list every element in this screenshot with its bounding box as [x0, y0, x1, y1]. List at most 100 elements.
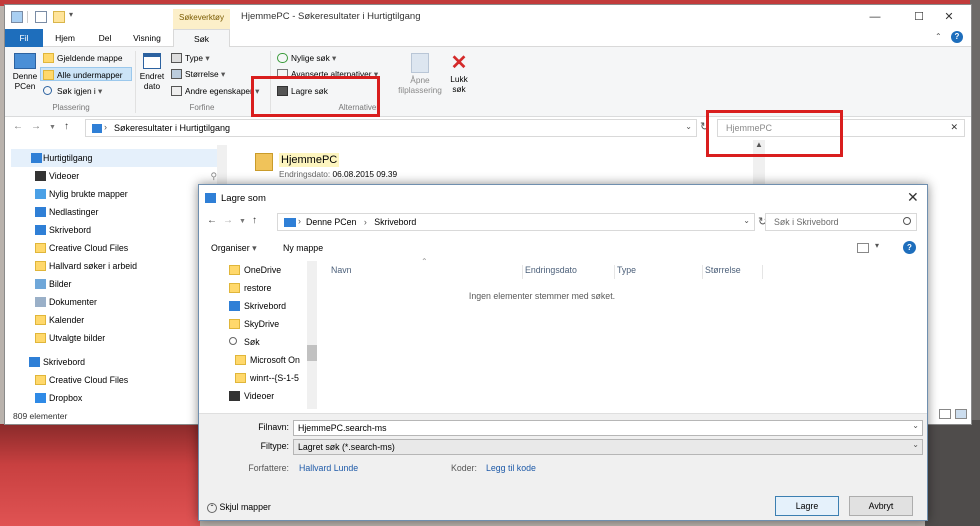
close-search-button[interactable]: ✕ Lukk søk [447, 51, 471, 94]
address-box[interactable]: › Søkeresultater i Hurtigtilgang ⌄ [85, 119, 697, 137]
nav-item-creative-cloud-2[interactable]: Creative Cloud Files [11, 371, 227, 389]
save-button[interactable]: Lagre [775, 496, 839, 516]
nav-item-videoer[interactable]: Videoer ⚲ [11, 167, 227, 185]
column-storrelse[interactable]: Størrelse [703, 265, 763, 279]
tree-item-skrivebord[interactable]: Skrivebord [229, 297, 286, 315]
nav-item-hallvard[interactable]: Hallvard søker i arbeid [11, 257, 227, 275]
other-properties-button[interactable]: Andre egenskaper ▾ [169, 84, 259, 98]
ribbon-tabs: Fil Hjem Del Visning Søk ⌃ ? [5, 29, 971, 48]
tab-fil[interactable]: Fil [5, 29, 43, 47]
forward-icon[interactable]: → [31, 121, 49, 132]
date-modified-button[interactable]: Endret dato [137, 51, 167, 91]
filename-value: HjemmePC.search-ms [298, 423, 387, 433]
this-pc-button[interactable]: Denne PCen [9, 51, 41, 91]
filetype-dropdown-icon[interactable]: ⌄ [912, 440, 919, 449]
tree-item-sok[interactable]: Søk [229, 333, 260, 351]
ribbon-collapse-icon[interactable]: ⌃ [935, 32, 942, 41]
all-subfolders-button[interactable]: Alle undermapper [40, 67, 132, 81]
title-bar: ▾ Søkeverktøy HjemmePC - Søkeresultater … [5, 5, 971, 30]
tree-item-microsoft-on[interactable]: Microsoft On [235, 351, 300, 369]
authors-value[interactable]: Hallvard Lunde [299, 463, 358, 473]
column-endringsdato[interactable]: Endringsdato [523, 265, 615, 279]
tags-value[interactable]: Legg til kode [486, 463, 536, 473]
hide-folders-button[interactable]: ⌃ Skjul mapper [207, 502, 271, 513]
nav-item-kalender[interactable]: Kalender [11, 311, 227, 329]
help-icon[interactable]: ? [951, 31, 963, 43]
back-icon[interactable]: ← [13, 121, 31, 132]
breadcrumb-skrivebord[interactable]: Skrivebord [374, 217, 416, 227]
view-dropdown-icon[interactable]: ▾ [875, 241, 879, 250]
open-location-icon [411, 53, 429, 73]
new-folder-button[interactable]: Ny mappe [283, 243, 323, 253]
status-item-count: 809 elementer [13, 411, 68, 421]
empty-results-message: Ingen elementer stemmer med søket. [468, 291, 616, 301]
tree-item-videoer[interactable]: Videoer [229, 387, 274, 405]
large-icons-view-icon[interactable] [955, 409, 967, 419]
properties-icon[interactable] [35, 11, 47, 23]
date-modified-label: Endret dato [139, 71, 165, 91]
recent-locations-icon[interactable]: ▼ [49, 124, 64, 131]
recent-searches-button[interactable]: Nylige søk ▾ [275, 51, 336, 65]
back-icon[interactable]: ← [207, 215, 223, 226]
filename-dropdown-icon[interactable]: ⌄ [912, 421, 919, 430]
breadcrumb[interactable]: Søkeresultater i Hurtigtilgang [114, 123, 230, 133]
up-icon[interactable]: ↑ [64, 121, 77, 132]
address-dropdown-icon[interactable]: ⌄ [743, 216, 750, 225]
dialog-address-box[interactable]: › Denne PCen › Skrivebord ⌄ [277, 213, 755, 231]
recent-locations-icon[interactable]: ▼ [239, 218, 252, 225]
tree-item-onedrive[interactable]: OneDrive [229, 261, 281, 279]
tab-sok[interactable]: Søk [173, 29, 230, 48]
nav-item-dropbox[interactable]: Dropbox [11, 389, 227, 407]
tab-hjem[interactable]: Hjem [49, 29, 81, 47]
clear-search-icon[interactable]: ✕ [950, 122, 958, 133]
tree-item-skydrive[interactable]: SkyDrive [229, 315, 279, 333]
filetype-select[interactable]: Lagret søk (*.search-ms) ⌄ [293, 439, 923, 455]
column-navn[interactable]: Navn [317, 265, 523, 279]
type-button[interactable]: Type ▾ [169, 51, 209, 65]
nav-item-nylig-brukte[interactable]: Nylig brukte mapper [11, 185, 227, 203]
filetype-value: Lagret søk (*.search-ms) [298, 442, 395, 452]
computer-icon [14, 53, 36, 69]
nav-item-utvalgte-bilder[interactable]: Utvalgte bilder [11, 329, 227, 347]
tree-item-winrt[interactable]: winrt--{S-1-5 [235, 369, 299, 387]
customize-toolbar-icon[interactable]: ▾ [69, 10, 73, 19]
dialog-icon [205, 193, 216, 203]
window-title: HjemmePC - Søkeresultater i Hurtigtilgan… [241, 11, 421, 22]
address-dropdown-icon[interactable]: ⌄ [685, 122, 692, 131]
nav-item-nedlastinger[interactable]: Nedlastinger [11, 203, 227, 221]
nav-item-creative-cloud[interactable]: Creative Cloud Files [11, 239, 227, 257]
close-icon[interactable]: ✕ [927, 7, 971, 27]
view-options-icon[interactable] [857, 243, 869, 253]
organize-button[interactable]: Organiser ▾ [211, 243, 257, 254]
filename-input[interactable]: HjemmePC.search-ms ⌄ [293, 420, 923, 436]
current-folder-button[interactable]: Gjeldende mappe [41, 51, 123, 65]
column-type[interactable]: Type [615, 265, 703, 279]
tab-del[interactable]: Del [91, 29, 119, 47]
search-again-in-button[interactable]: Søk igjen i ▾ [41, 84, 102, 98]
up-icon[interactable]: ↑ [252, 215, 263, 226]
type-label: Type [185, 53, 203, 63]
details-view-icon[interactable] [939, 409, 951, 419]
nav-item-hurtigtilgang[interactable]: Hurtigtilgang [11, 149, 227, 167]
help-icon[interactable]: ? [903, 241, 916, 254]
dialog-search-input[interactable]: Søk i Skrivebord [765, 213, 917, 231]
nav-item-skrivebord-root[interactable]: Skrivebord [11, 353, 227, 371]
open-file-location-button[interactable]: Åpne filplassering [393, 51, 447, 95]
nav-item-bilder[interactable]: Bilder [11, 275, 227, 293]
forward-icon[interactable]: → [223, 215, 239, 226]
cancel-button[interactable]: Avbryt [849, 496, 913, 516]
nav-item-dokumenter[interactable]: Dokumenter [11, 293, 227, 311]
tree-item-restore[interactable]: restore [229, 279, 271, 297]
folder-icon [229, 265, 240, 275]
close-icon[interactable]: ✕ [907, 189, 919, 206]
breadcrumb-denne-pcen[interactable]: Denne PCen [306, 217, 356, 227]
this-pc-icon [284, 218, 296, 227]
authors-label: Forfattere: [248, 463, 289, 473]
tree-scrollbar[interactable] [307, 261, 317, 409]
tab-visning[interactable]: Visning [127, 29, 167, 47]
new-folder-icon[interactable] [53, 11, 65, 23]
search-result-item[interactable]: HjemmePC Endringsdato: 06.08.2015 09.39 [247, 145, 767, 185]
size-button[interactable]: Størrelse ▾ [169, 67, 225, 81]
nav-item-skrivebord[interactable]: Skrivebord [11, 221, 227, 239]
minimize-icon[interactable]: — [853, 7, 897, 27]
